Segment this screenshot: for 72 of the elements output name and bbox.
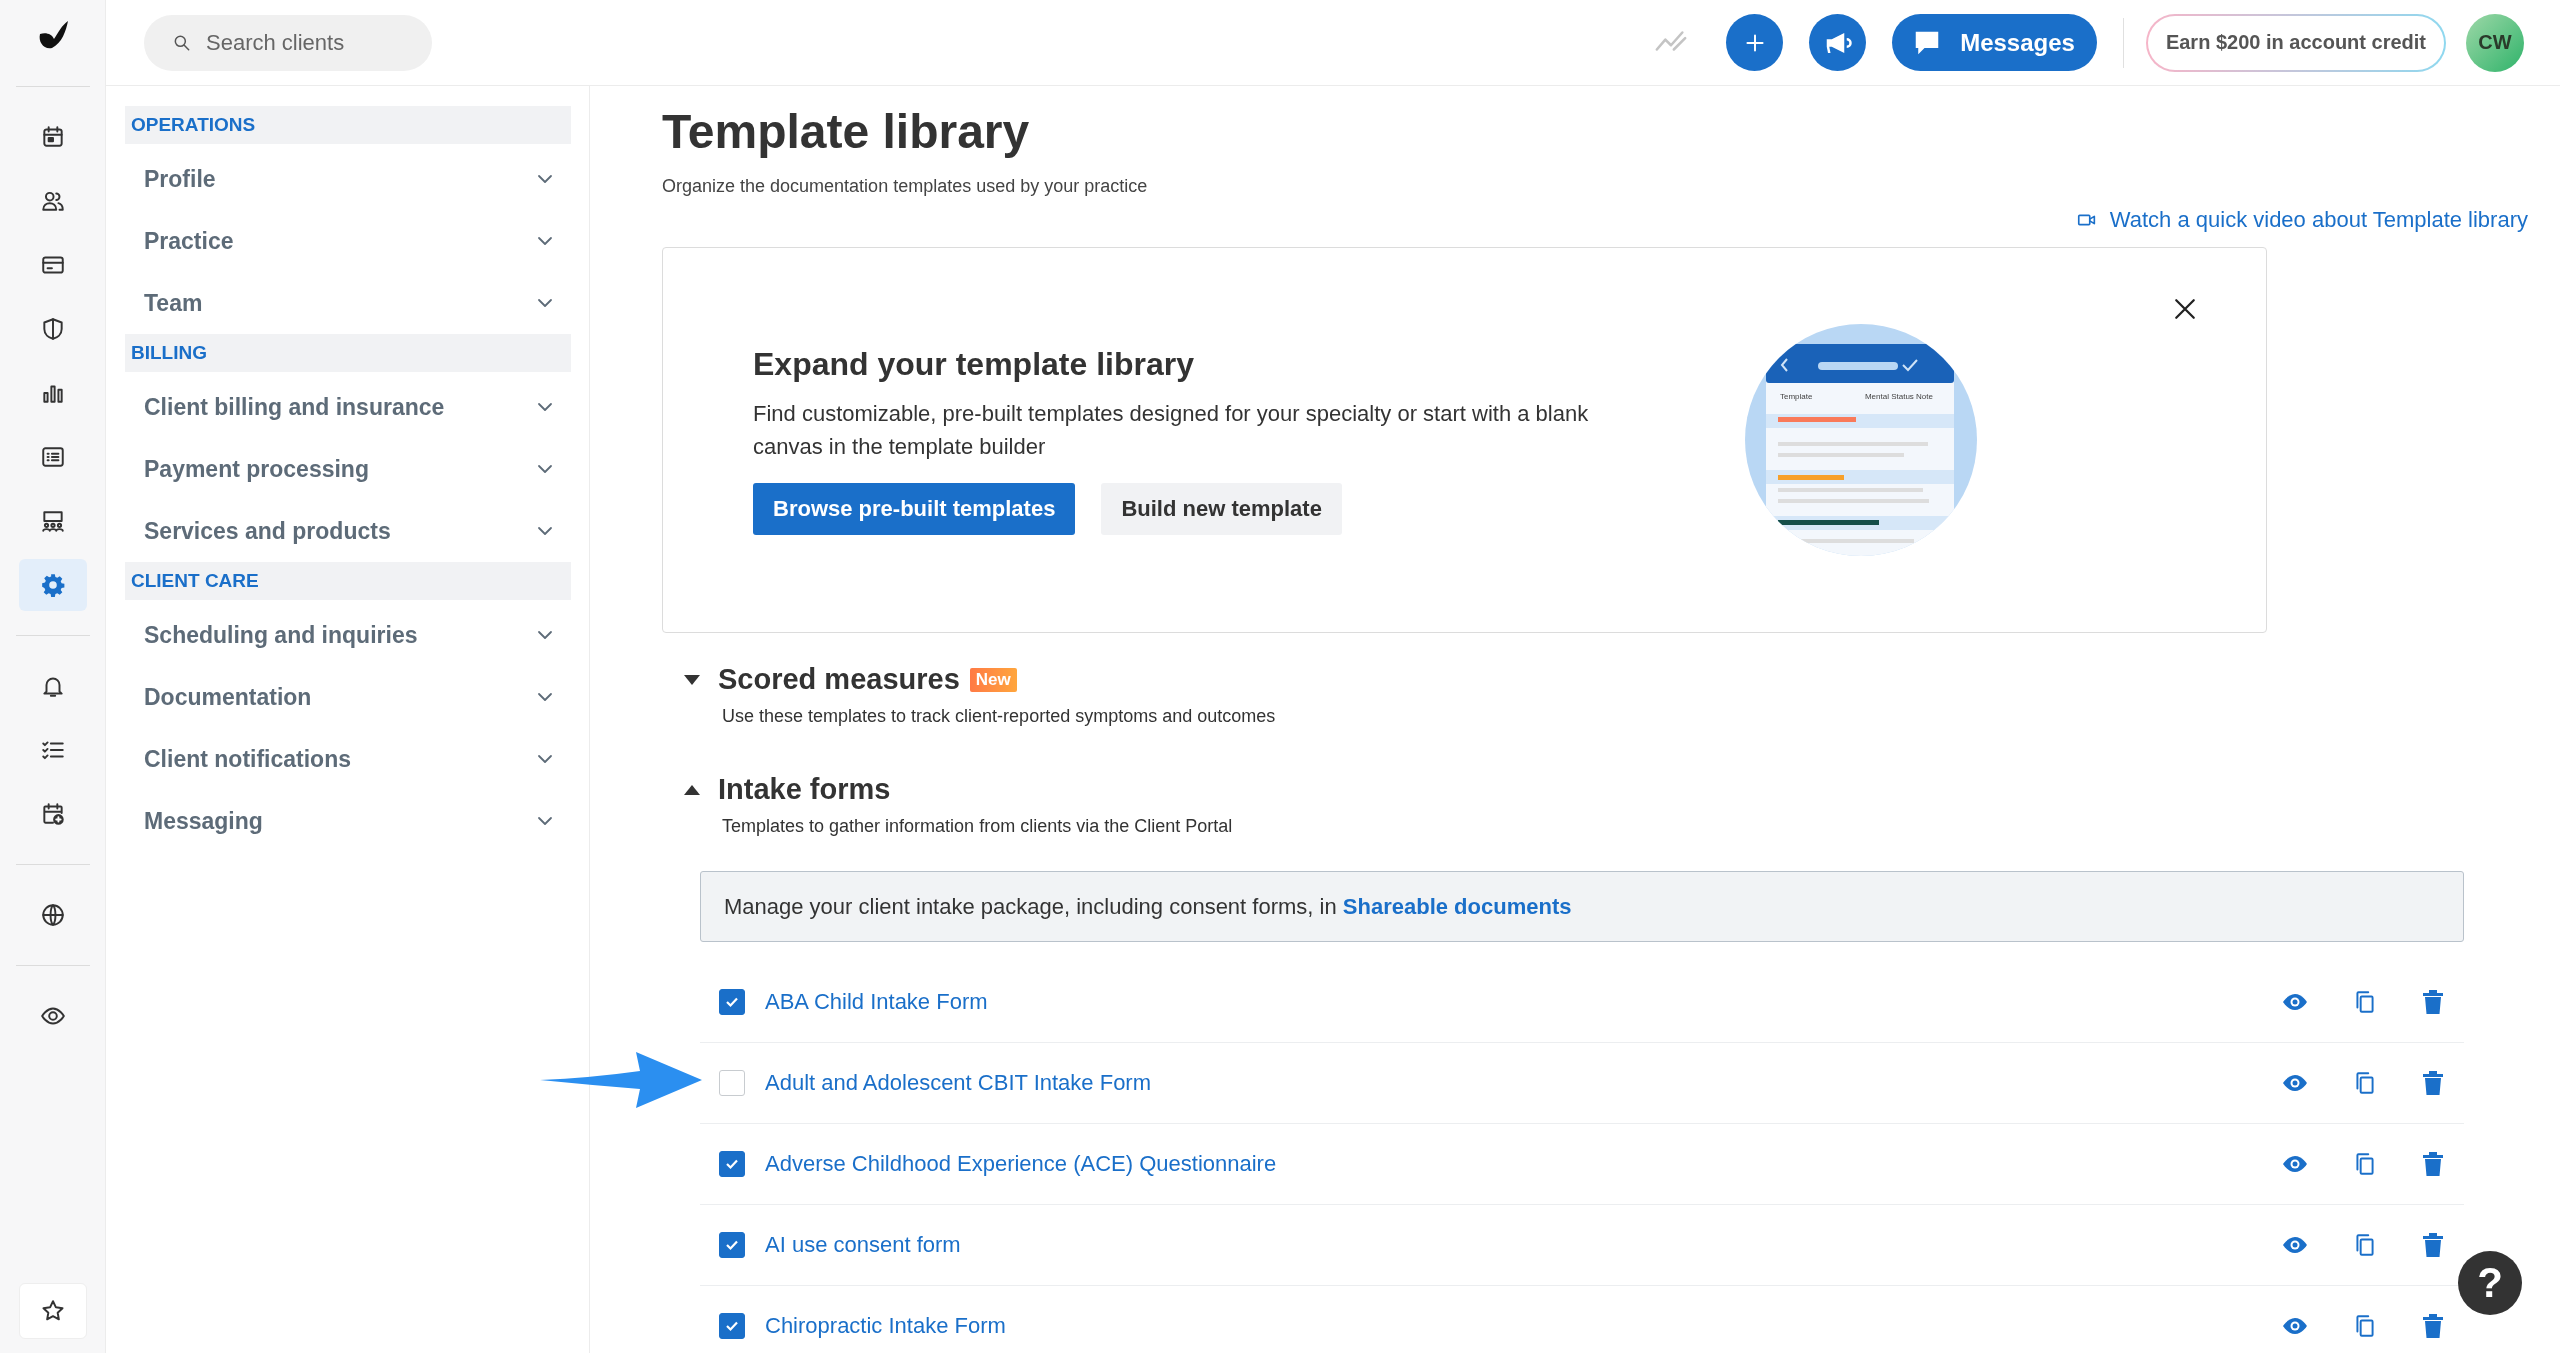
user-avatar[interactable]: CW [2466,13,2524,72]
messages-button[interactable]: Messages [1892,14,2097,71]
list-icon [39,444,66,470]
trash-icon [2422,1070,2444,1096]
search-field[interactable]: Search clients [144,14,432,71]
nav-item[interactable]: Team [125,272,571,334]
settings-button[interactable] [18,559,87,611]
info-text: Manage your client intake package, including consent forms, in Shareable documents [724,893,1572,920]
new-badge: New [969,667,1017,692]
section-heading: OPERATIONS [125,106,571,144]
nav-item[interactable]: Payment processing [125,438,571,500]
section-title: Intake forms [718,773,891,806]
preview-button[interactable] [2282,1074,2308,1092]
build-button[interactable]: Build new template [1101,482,1342,535]
template-link[interactable]: Chiropractic Intake Form [765,1313,1006,1339]
preview-button[interactable] [2282,1155,2308,1173]
delete-button[interactable] [2422,1232,2444,1258]
trash-icon [2422,1313,2444,1339]
video-link[interactable]: Watch a quick video about Template library [2075,207,2528,233]
section-title: Scored measures [718,663,960,696]
nav-item[interactable]: Profile [125,148,571,210]
team-board-icon [39,508,66,534]
preview-button[interactable] [2282,1317,2308,1335]
template-link[interactable]: ABA Child Intake Form [765,989,988,1015]
nav-item[interactable]: Documentation [125,666,571,728]
nav-item[interactable]: Client billing and insurance [125,376,571,438]
illustration-value: Mental Status Note [1864,392,1933,401]
preview-button[interactable] [2282,993,2308,1011]
template-link[interactable]: Adverse Childhood Experience (ACE) Questionnaire [765,1151,1277,1177]
delete-button[interactable] [2422,989,2444,1015]
trash-icon [2422,1232,2444,1258]
nav-item[interactable]: Practice [125,210,571,272]
triangle-up-icon [684,784,700,795]
section-heading: CLIENT CARE [125,562,571,600]
section-heading: BILLING [125,334,571,372]
section-subtitle: Templates to gather information from clients via the Client Portal [722,816,1234,837]
checkbox[interactable] [719,1313,745,1339]
nav-item[interactable]: Scheduling and inquiries [125,604,571,666]
browse-button[interactable]: Browse pre-built templates [753,482,1076,535]
nav-item[interactable]: Messaging [125,790,571,852]
help-button[interactable]: ? [2458,1251,2522,1315]
nav-item[interactable]: Client notifications [125,728,571,790]
triangle-down-icon [684,674,700,685]
preview-button[interactable] [2282,1236,2308,1254]
eye-icon [2282,1236,2308,1254]
checkbox[interactable] [719,989,745,1015]
nav-item[interactable]: Services and products [125,500,571,562]
section-subtitle: Use these templates to track client-reported symptoms and outcomes [722,706,1277,727]
template-link[interactable]: Adult and Adolescent CBIT Intake Form [765,1070,1152,1096]
page-subtitle: Organize the documentation templates used by your practice [662,176,1149,197]
checkbox[interactable] [719,1232,745,1258]
card-text: Find customizable, pre-built templates designed for your specialty or start with a blank canvas in the template builder [753,399,1590,461]
checkbox[interactable] [719,1151,745,1177]
eye-icon [2282,1317,2308,1335]
trash-icon [2422,989,2444,1015]
star-button[interactable] [18,1283,87,1339]
shareable-documents-link[interactable]: Shareable documents [1342,893,1572,919]
eye-icon [2282,993,2308,1011]
template-link[interactable]: AI use consent form [765,1232,961,1258]
eye-icon [2282,1155,2308,1173]
delete-button[interactable] [2422,1313,2444,1339]
delete-button[interactable] [2422,1151,2444,1177]
announcements-button[interactable] [1809,14,1867,71]
settings-icon [39,572,66,598]
card-title: Expand your template library [753,345,1195,383]
trash-icon [2422,1151,2444,1177]
add-button[interactable] [1726,14,1784,71]
globe-icon [39,902,66,928]
eye-icon [2282,1074,2308,1092]
delete-button[interactable] [2422,1070,2444,1096]
page-title: Template library [662,104,1031,160]
illustration-label: Template [1780,392,1813,401]
